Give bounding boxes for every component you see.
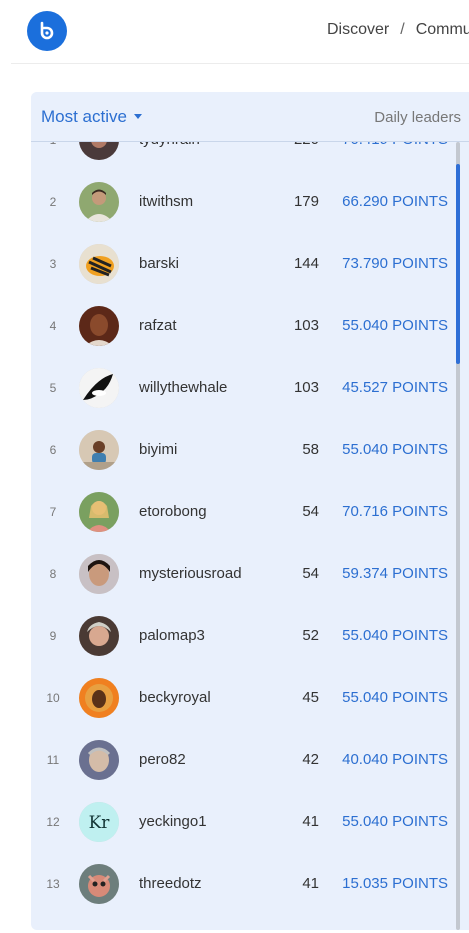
leader-points: 66.290 POINTS — [342, 193, 448, 210]
leader-username[interactable]: mysteriousroad — [139, 543, 242, 605]
leader-rank: 8 — [49, 567, 57, 581]
leader-rank: 3 — [49, 257, 57, 271]
avatar-monogram: Kr — [89, 813, 111, 833]
leader-username[interactable]: itwithsm — [139, 171, 193, 233]
leader-points: 55.040 POINTS — [342, 627, 448, 644]
leader-points: 55.040 POINTS — [342, 441, 448, 458]
breadcrumb-separator: / — [400, 21, 405, 38]
avatar[interactable] — [79, 368, 119, 408]
leader-username[interactable]: pero82 — [139, 729, 186, 791]
breadcrumb: Discover / Commu — [327, 21, 469, 39]
avatar[interactable] — [79, 306, 119, 346]
leader-row[interactable]: 3 barski 144 73.790 POINTS — [31, 233, 451, 295]
scrollbar[interactable] — [456, 142, 460, 930]
leader-username[interactable]: barski — [139, 233, 179, 295]
leader-rank: 13 — [46, 877, 60, 891]
leader-row[interactable]: 10 beckyroyal 45 55.040 POINTS — [31, 667, 451, 729]
sort-dropdown-label: Most active — [41, 107, 127, 126]
leader-row[interactable]: 8 mysteriousroad 54 59.374 POINTS — [31, 543, 451, 605]
leader-activity-count: 179 — [293, 193, 319, 210]
leader-row[interactable]: 13 threedotz 41 15.035 POINTS — [31, 853, 451, 915]
scrollbar-thumb[interactable] — [456, 164, 460, 364]
leader-activity-count: 103 — [293, 317, 319, 334]
avatar[interactable] — [79, 740, 119, 780]
leader-rank: 6 — [49, 443, 57, 457]
leader-points: 55.040 POINTS — [342, 813, 448, 830]
leader-points: 15.035 POINTS — [342, 875, 448, 892]
logo-icon — [40, 21, 54, 40]
leader-rank: 12 — [46, 815, 60, 829]
leader-rank: 9 — [49, 629, 57, 643]
breadcrumb-item-community[interactable]: Commu — [416, 21, 469, 38]
leader-activity-count: 45 — [302, 689, 319, 706]
leader-rank: 10 — [46, 691, 60, 705]
leader-username[interactable]: etorobong — [139, 481, 207, 543]
leader-points: 40.040 POINTS — [342, 751, 448, 768]
leader-row[interactable]: 4 rafzat 103 55.040 POINTS — [31, 295, 451, 357]
avatar[interactable] — [79, 678, 119, 718]
breadcrumb-item-discover[interactable]: Discover — [327, 21, 389, 38]
avatar[interactable] — [79, 182, 119, 222]
avatar[interactable] — [79, 616, 119, 656]
leader-username[interactable]: palomap3 — [139, 605, 205, 667]
leader-points: 55.040 POINTS — [342, 317, 448, 334]
leader-activity-count: 58 — [302, 441, 319, 458]
avatar[interactable] — [79, 554, 119, 594]
avatar[interactable] — [79, 244, 119, 284]
leader-row[interactable]: 12 Kr yeckingo1 41 55.040 POINTS — [31, 791, 451, 853]
leader-activity-count: 54 — [302, 565, 319, 582]
leader-points: 55.040 POINTS — [342, 689, 448, 706]
leader-points: 45.527 POINTS — [342, 379, 448, 396]
leader-rank: 2 — [49, 195, 57, 209]
leader-rank: 11 — [46, 753, 60, 767]
leader-username[interactable]: willythewhale — [139, 357, 227, 419]
avatar[interactable] — [79, 864, 119, 904]
leader-points: 70.716 POINTS — [342, 503, 448, 520]
leader-row[interactable]: 7 etorobong 54 70.716 POINTS — [31, 481, 451, 543]
avatar[interactable] — [79, 492, 119, 532]
leader-activity-count: 41 — [302, 813, 319, 830]
leader-activity-count: 52 — [302, 627, 319, 644]
leader-activity-count: 42 — [302, 751, 319, 768]
leader-username[interactable]: threedotz — [139, 853, 202, 915]
leader-rank: 7 — [49, 505, 57, 519]
leader-row[interactable]: 5 willythewhale 103 45.527 POINTS — [31, 357, 451, 419]
leader-rank: 4 — [49, 319, 57, 333]
leader-username[interactable]: rafzat — [139, 295, 177, 357]
leader-points: 73.790 POINTS — [342, 255, 448, 272]
leader-activity-count: 41 — [302, 875, 319, 892]
leader-points: 59.374 POINTS — [342, 565, 448, 582]
leader-username[interactable]: beckyroyal — [139, 667, 211, 729]
leader-rank: 5 — [49, 381, 57, 395]
app-logo[interactable] — [27, 11, 67, 51]
leader-row[interactable]: 6 biyimi 58 55.040 POINTS — [31, 419, 451, 481]
daily-leaders-link[interactable]: Daily leaders — [374, 109, 461, 126]
sort-dropdown[interactable]: Most active — [41, 107, 142, 127]
avatar[interactable]: Kr — [79, 802, 119, 842]
leader-activity-count: 54 — [302, 503, 319, 520]
leader-activity-count: 103 — [293, 379, 319, 396]
caret-down-icon — [133, 114, 142, 120]
leader-username[interactable]: yeckingo1 — [139, 791, 207, 853]
leader-row[interactable]: 11 pero82 42 40.040 POINTS — [31, 729, 451, 791]
leader-username[interactable]: biyimi — [139, 419, 177, 481]
leaderboard-header: Most active Daily leaders — [31, 92, 469, 142]
leader-activity-count: 144 — [293, 255, 319, 272]
avatar[interactable] — [79, 430, 119, 470]
leaderboard-panel: Most active Daily leaders 1tydynrain2207… — [31, 92, 469, 930]
leader-list: 1tydynrain22070.419 POINTS2itwithsm17966… — [31, 92, 469, 930]
top-bar: Discover / Commu — [11, 0, 469, 64]
leader-row[interactable]: 2 itwithsm 179 66.290 POINTS — [31, 171, 451, 233]
leader-row[interactable]: 9 palomap3 52 55.040 POINTS — [31, 605, 451, 667]
